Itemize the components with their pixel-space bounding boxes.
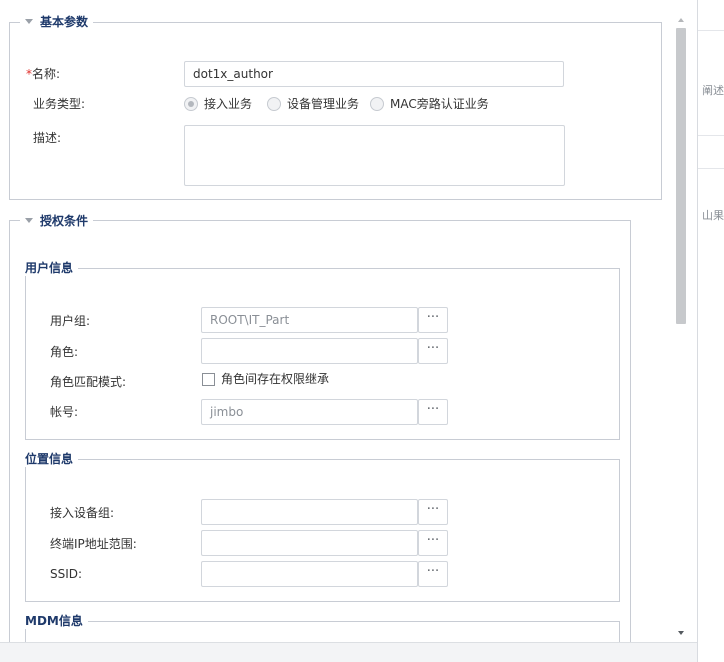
auth-conditions-legend[interactable]: 授权条件	[20, 213, 94, 229]
role-input[interactable]	[201, 338, 418, 364]
description-textarea[interactable]	[184, 125, 565, 186]
ip-range-input[interactable]	[201, 530, 418, 556]
location-info-legend: 位置信息	[20, 451, 79, 467]
user-group-input[interactable]: ROOT\IT_Part	[201, 307, 418, 333]
right-panel-divider	[698, 168, 724, 169]
scroll-up-icon[interactable]	[678, 18, 684, 22]
collapse-triangle-icon[interactable]	[25, 218, 33, 223]
ssid-input[interactable]	[201, 561, 418, 587]
service-type-label: 业务类型:	[33, 97, 86, 111]
role-match-mode-label: 角色匹配模式:	[50, 375, 127, 389]
role-inherit-checkbox[interactable]	[202, 373, 215, 386]
role-inherit-label[interactable]: 角色间存在权限继承	[221, 371, 329, 387]
account-input[interactable]: jimbo	[201, 399, 418, 425]
right-panel-divider	[698, 30, 724, 31]
account-browse-button[interactable]: ···	[418, 399, 448, 425]
collapse-triangle-icon[interactable]	[25, 19, 33, 24]
user-group-browse-button[interactable]: ···	[418, 307, 448, 333]
account-label: 帐号:	[50, 405, 79, 419]
name-input[interactable]: dot1x_author	[184, 61, 564, 87]
device-group-input[interactable]	[201, 499, 418, 525]
role-label: 角色:	[50, 345, 79, 359]
bottom-bar	[0, 642, 697, 662]
right-side-panel	[697, 0, 724, 662]
ssid-label: SSID:	[50, 567, 83, 581]
service-radio-mac-bypass[interactable]	[370, 97, 384, 111]
service-option-access-label[interactable]: 接入业务	[204, 96, 252, 112]
right-panel-text-2: 山果	[702, 209, 724, 222]
service-radio-access[interactable]	[184, 97, 198, 111]
user-info-legend: 用户信息	[20, 260, 79, 276]
right-panel-divider	[698, 135, 724, 136]
ip-range-browse-button[interactable]: ···	[418, 530, 448, 556]
service-radio-device-mgmt[interactable]	[267, 97, 281, 111]
ssid-browse-button[interactable]: ···	[418, 561, 448, 587]
auth-conditions-title: 授权条件	[40, 214, 89, 228]
device-group-browse-button[interactable]: ···	[418, 499, 448, 525]
role-browse-button[interactable]: ···	[418, 338, 448, 364]
name-label: *名称:	[26, 67, 61, 81]
service-option-device-mgmt-label[interactable]: 设备管理业务	[287, 96, 359, 112]
description-label: 描述:	[33, 131, 62, 145]
scroll-down-icon[interactable]	[678, 631, 684, 635]
service-option-mac-bypass-label[interactable]: MAC旁路认证业务	[390, 96, 489, 112]
right-panel-text-1: 阐述	[702, 84, 724, 97]
mdm-info-legend: MDM信息	[20, 613, 88, 629]
ip-range-label: 终端IP地址范围:	[50, 537, 137, 551]
basic-params-title: 基本参数	[40, 15, 89, 29]
user-group-label: 用户组:	[50, 314, 91, 328]
device-group-label: 接入设备组:	[50, 506, 115, 520]
scrollbar-thumb[interactable]	[676, 28, 686, 324]
basic-params-legend[interactable]: 基本参数	[20, 14, 94, 30]
